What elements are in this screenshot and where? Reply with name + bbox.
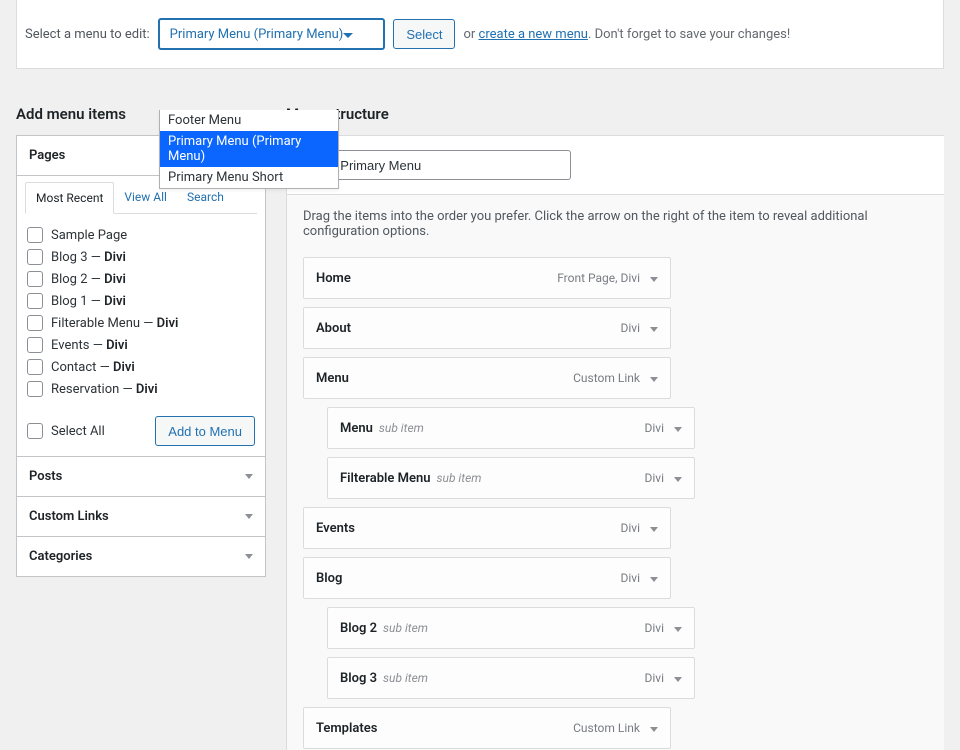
select-menu-label: Select a menu to edit:: [25, 27, 150, 42]
menu-item-type: Divi: [620, 571, 640, 585]
expand-arrow-icon[interactable]: [650, 571, 658, 585]
menu-structure-panel: me Drag the items into the order you pre…: [286, 135, 944, 750]
menu-select-value: Primary Menu (Primary Menu): [170, 27, 344, 42]
checkbox-icon: [27, 381, 43, 397]
menu-item-type: Divi: [644, 421, 664, 435]
page-item-label: Reservation — Divi: [51, 382, 158, 397]
menu-item-type: Divi: [644, 671, 664, 685]
menu-structure-item[interactable]: Templates Custom Link: [303, 707, 671, 749]
menu-select-option[interactable]: Primary Menu (Primary Menu): [160, 131, 338, 167]
menu-item-type: Custom Link: [573, 371, 640, 385]
menu-structure-item[interactable]: Blog 2sub item Divi: [327, 607, 695, 649]
add-to-menu-button[interactable]: Add to Menu: [155, 416, 255, 446]
chevron-down-icon: [245, 554, 253, 559]
menu-item-title: Home: [316, 271, 351, 286]
menu-item-type: Front Page, Divi: [557, 271, 640, 285]
menu-structure-item[interactable]: Blog Divi: [303, 557, 671, 599]
menu-item-type: Divi: [644, 621, 664, 635]
checkbox-icon: [27, 359, 43, 375]
menu-item-title: Menusub item: [340, 421, 424, 436]
page-checkbox-item[interactable]: Blog 1 — Divi: [25, 290, 255, 312]
page-item-label: Filterable Menu — Divi: [51, 316, 178, 331]
menu-item-title: Filterable Menusub item: [340, 471, 481, 486]
chevron-down-icon: [245, 474, 253, 479]
page-item-label: Contact — Divi: [51, 360, 135, 375]
checkbox-icon: [27, 249, 43, 265]
menu-item-type: Divi: [620, 521, 640, 535]
checkbox-icon: [27, 315, 43, 331]
menu-item-type: Divi: [620, 321, 640, 335]
expand-arrow-icon[interactable]: [674, 471, 682, 485]
menu-structure-item[interactable]: Menusub item Divi: [327, 407, 695, 449]
select-button[interactable]: Select: [393, 19, 455, 49]
accordion-custom-links-header[interactable]: Custom Links: [17, 496, 265, 536]
expand-arrow-icon[interactable]: [674, 421, 682, 435]
menu-selector-bar: Select a menu to edit: Primary Menu (Pri…: [16, 0, 944, 69]
accordion-posts-header[interactable]: Posts: [17, 456, 265, 496]
menu-name-input[interactable]: [331, 150, 571, 180]
menu-item-title: Blog 3sub item: [340, 671, 428, 686]
menu-structure-item[interactable]: Events Divi: [303, 507, 671, 549]
menu-structure-item[interactable]: Menu Custom Link: [303, 357, 671, 399]
pages-checklist[interactable]: Sample Page Blog 3 — Divi Blog 2 — Divi Blo…: [25, 222, 257, 402]
menu-item-title: About: [316, 321, 351, 336]
menu-structure-item[interactable]: About Divi: [303, 307, 671, 349]
expand-arrow-icon[interactable]: [650, 521, 658, 535]
menu-help-text: Drag the items into the order you prefer…: [303, 209, 928, 239]
menu-structure-item[interactable]: Filterable Menusub item Divi: [327, 457, 695, 499]
expand-arrow-icon[interactable]: [674, 621, 682, 635]
tab-most-recent[interactable]: Most Recent: [25, 182, 114, 214]
expand-arrow-icon[interactable]: [650, 721, 658, 735]
select-all-checkbox[interactable]: Select All: [27, 423, 105, 439]
page-item-label: Blog 3 — Divi: [51, 250, 126, 265]
page-checkbox-item[interactable]: Events — Divi: [25, 334, 255, 356]
expand-arrow-icon[interactable]: [650, 321, 658, 335]
expand-arrow-icon[interactable]: [674, 671, 682, 685]
top-bar-text: or create a new menu. Don't forget to sa…: [463, 27, 790, 42]
page-checkbox-item[interactable]: Contact — Divi: [25, 356, 255, 378]
add-items-accordion: Pages Most Recent View All Search Sample…: [16, 135, 266, 577]
menu-item-type: Divi: [644, 471, 664, 485]
menu-select-option[interactable]: Footer Menu: [160, 110, 338, 131]
page-item-label: Blog 1 — Divi: [51, 294, 126, 309]
page-item-label: Sample Page: [51, 228, 127, 243]
expand-arrow-icon[interactable]: [650, 271, 658, 285]
menu-item-title: Events: [316, 521, 355, 536]
menu-select-dropdown[interactable]: Primary Menu (Primary Menu): [158, 18, 386, 50]
menu-structure-item[interactable]: Blog 3sub item Divi: [327, 657, 695, 699]
checkbox-icon: [27, 271, 43, 287]
menu-item-type: Custom Link: [573, 721, 640, 735]
menu-structure-item[interactable]: Home Front Page, Divi: [303, 257, 671, 299]
accordion-categories-header[interactable]: Categories: [17, 536, 265, 576]
menu-structure-heading: Menu structure: [286, 105, 944, 123]
page-checkbox-item[interactable]: Blog 2 — Divi: [25, 268, 255, 290]
create-new-menu-link[interactable]: create a new menu: [479, 27, 588, 42]
checkbox-icon: [27, 423, 43, 439]
menu-select-options-panel[interactable]: Footer MenuPrimary Menu (Primary Menu)Pr…: [159, 110, 339, 189]
expand-arrow-icon[interactable]: [650, 371, 658, 385]
chevron-down-icon: [245, 514, 253, 519]
page-checkbox-item[interactable]: Blog 3 — Divi: [25, 246, 255, 268]
page-item-label: Events — Divi: [51, 338, 128, 353]
accordion-pages-body: Most Recent View All Search Sample PageB…: [17, 175, 265, 456]
menu-item-title: Templates: [316, 721, 377, 736]
page-checkbox-item[interactable]: Reservation — Divi: [25, 378, 255, 400]
menu-select-option[interactable]: Primary Menu Short: [160, 167, 338, 188]
chevron-down-icon: [343, 27, 353, 42]
checkbox-icon: [27, 337, 43, 353]
menu-item-title: Blog 2sub item: [340, 621, 428, 636]
menu-item-title: Menu: [316, 371, 349, 386]
page-checkbox-item[interactable]: Filterable Menu — Divi: [25, 312, 255, 334]
page-checkbox-item[interactable]: Sample Page: [25, 224, 255, 246]
checkbox-icon: [27, 293, 43, 309]
checkbox-icon: [27, 227, 43, 243]
page-item-label: Blog 2 — Divi: [51, 272, 126, 287]
menu-item-title: Blog: [316, 571, 342, 586]
